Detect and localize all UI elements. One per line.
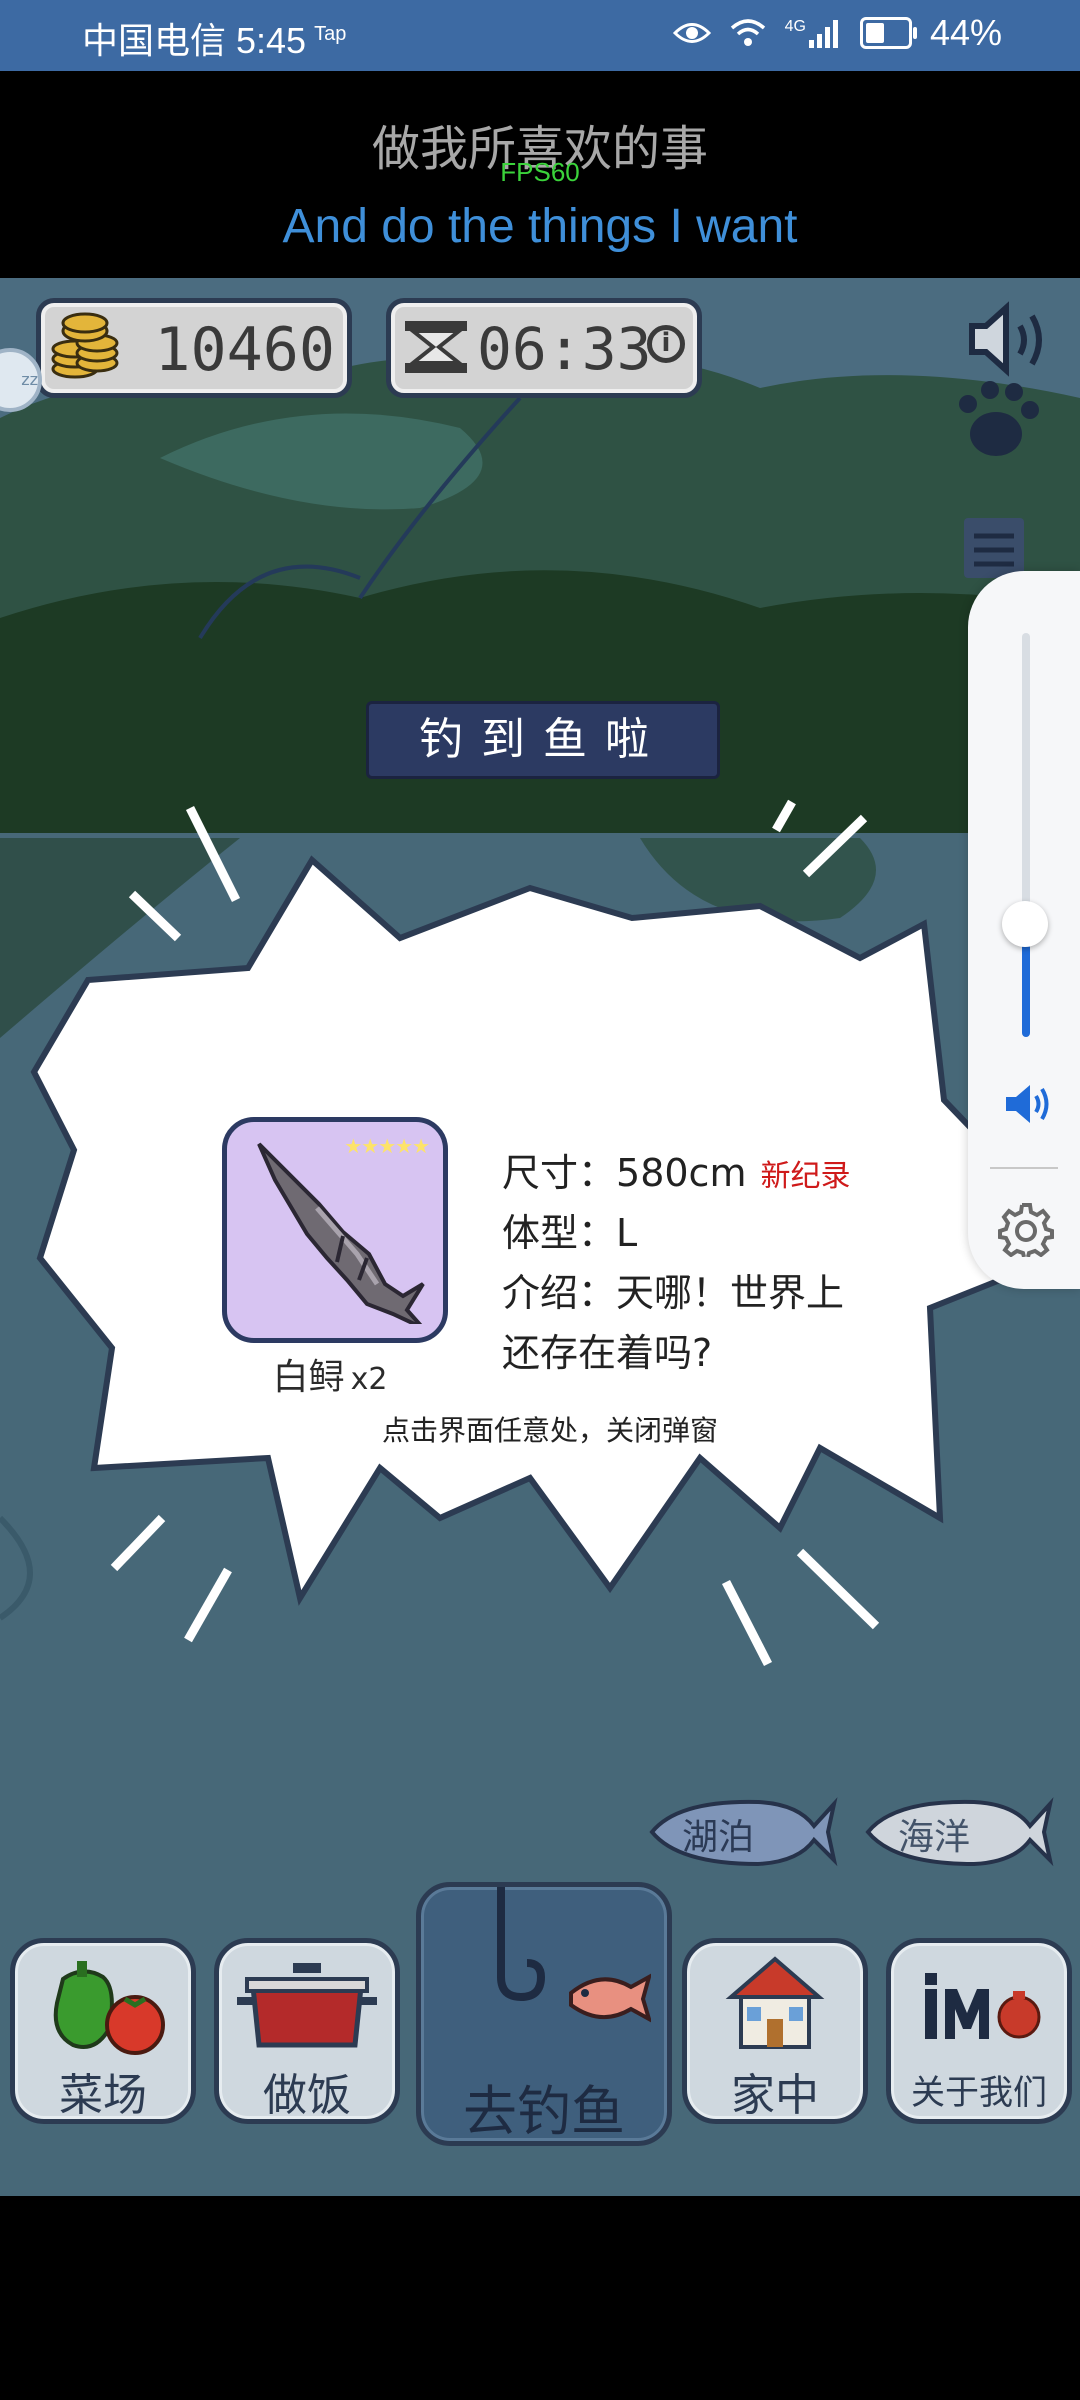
status-bar: 中国电信 5:45 Tap 4G 44% xyxy=(0,0,1080,71)
nav-cook-button[interactable]: 做饭 xyxy=(214,1938,400,2124)
nav-farm-button[interactable]: 菜场 xyxy=(10,1938,196,2124)
fishing-hook-icon xyxy=(497,1887,651,2023)
fish-card: ★★★★★ xyxy=(222,1117,448,1343)
fish-intro-continued: 还存在着吗? xyxy=(502,1331,713,1375)
new-record-badge: 新纪录 xyxy=(760,1159,851,1194)
coin-stack-icon xyxy=(51,312,119,379)
nav-home-button[interactable]: 家中 xyxy=(682,1938,868,2124)
status-icons: 4G 44% xyxy=(672,12,1002,54)
tap-badge: Tap xyxy=(314,23,347,45)
type-value: L xyxy=(616,1211,638,1255)
size-value: 580cm xyxy=(616,1151,747,1195)
lyrics-overlay: 做我所喜欢的事 FPS60 And do the things I want xyxy=(0,71,1080,278)
fish-type-row: 体型：L xyxy=(502,1202,637,1257)
timer-value: 06:33 xyxy=(477,315,652,383)
status-carrier-time: 中国电信 5:45 xyxy=(82,20,307,61)
volume-panel[interactable] xyxy=(968,571,1080,1289)
lake-fish-button[interactable]: 湖泊 xyxy=(648,1794,838,1870)
lyric-english: And do the things I want xyxy=(282,200,798,253)
nav-fishing-label: 去钓鱼 xyxy=(463,2080,625,2143)
popup-title: 钓到鱼啦 xyxy=(366,701,720,779)
intro-label: 介绍： xyxy=(502,1271,617,1315)
nav-farm-label: 菜场 xyxy=(59,2070,147,2121)
fish-count: x2 xyxy=(350,1362,388,1397)
signal-icon xyxy=(808,20,838,48)
coin-amount: 10460 xyxy=(154,315,335,385)
volume-slider-handle[interactable] xyxy=(1002,900,1048,947)
about-logo-icon xyxy=(925,1973,1041,2039)
battery-icon xyxy=(859,17,917,49)
cooking-pot-icon xyxy=(237,1963,377,2048)
fps-counter: FPS60 xyxy=(500,157,580,187)
ocean-fish-button[interactable]: 海洋 xyxy=(864,1794,1054,1870)
carrier-time: 中国电信 5:45 Tap xyxy=(82,12,346,64)
nav-fishing-button[interactable]: 去钓鱼 xyxy=(416,1882,672,2146)
eye-icon xyxy=(672,23,711,43)
info-icon[interactable]: i xyxy=(647,325,685,363)
volume-speaker-icon[interactable] xyxy=(1004,1083,1054,1125)
hourglass-icon xyxy=(405,321,467,373)
fish-name-line: 白鲟 x2 xyxy=(200,1348,460,1400)
size-label: 尺寸： xyxy=(502,1151,617,1195)
ocean-label: 海洋 xyxy=(898,1817,971,1858)
nav-about-label: 关于我们 xyxy=(911,2073,1047,2113)
game-area[interactable]: 10460 06:33 i zz 钓到鱼啦 ★★★★★ 白鲟 x2 尺寸：580c… xyxy=(0,278,1080,2196)
intro-line-1: 天哪！世界上 xyxy=(616,1271,845,1315)
nav-about-button[interactable]: 关于我们 xyxy=(886,1938,1072,2124)
volume-panel-divider xyxy=(990,1167,1058,1169)
nav-home-label: 家中 xyxy=(731,2070,819,2121)
settings-gear-icon[interactable] xyxy=(998,1201,1054,1257)
wifi-icon xyxy=(730,19,765,46)
type-label: 体型： xyxy=(502,1211,617,1255)
fish-name: 白鲟 xyxy=(272,1357,345,1398)
vegetable-icon xyxy=(53,1961,165,2055)
coin-counter: 10460 xyxy=(36,298,352,398)
lake-label: 湖泊 xyxy=(682,1817,755,1858)
fish-intro-row: 介绍：天哪！世界上 xyxy=(502,1262,844,1317)
house-icon xyxy=(725,1956,825,2049)
network-type: 4G xyxy=(784,18,806,35)
sturgeon-fish-icon xyxy=(257,1142,425,1324)
battery-percent: 44% xyxy=(929,12,1002,53)
fish-size-row: 尺寸：580cm 新纪录 xyxy=(502,1142,850,1197)
fishing-timer: 06:33 i xyxy=(386,298,702,398)
nav-cook-label: 做饭 xyxy=(263,2070,351,2121)
close-popup-hint[interactable]: 点击界面任意处，关闭弹窗 xyxy=(300,1409,800,1449)
